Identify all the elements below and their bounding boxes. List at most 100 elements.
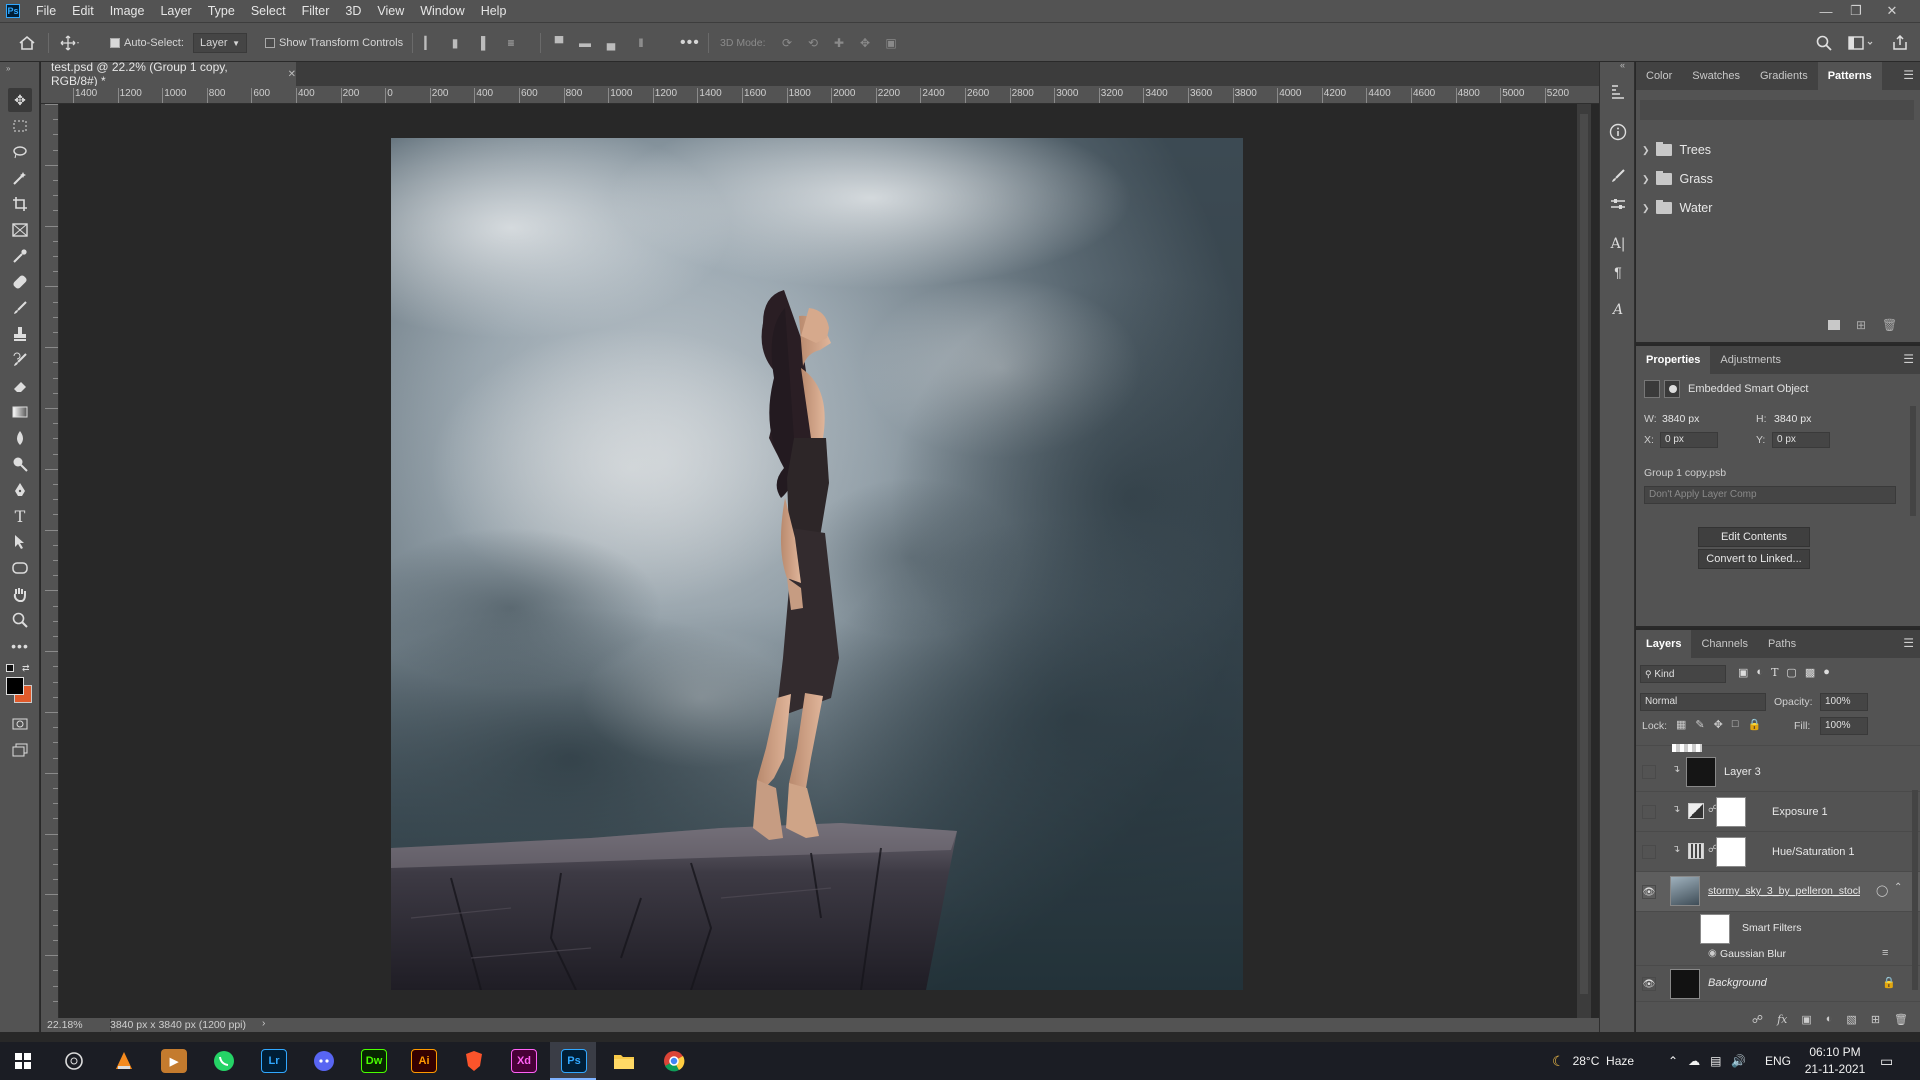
align-top-edges-icon[interactable]: ▀ — [552, 36, 566, 50]
auto-select-target-dropdown[interactable]: Layer ▼ — [193, 33, 247, 53]
media-player-icon[interactable]: ▶ — [161, 1049, 187, 1073]
panel-menu-icon[interactable]: ☰ — [1903, 68, 1914, 82]
panel-menu-icon[interactable]: ☰ — [1903, 352, 1914, 366]
layer-row-background[interactable]: 👁 Background 🔒 — [1636, 966, 1920, 1002]
object-selection-tool-icon[interactable] — [8, 166, 32, 190]
home-icon[interactable] — [18, 23, 36, 63]
clone-stamp-tool-icon[interactable] — [8, 322, 32, 346]
layer-name[interactable]: Hue/Saturation 1 — [1772, 846, 1855, 858]
align-left-edges-icon[interactable]: ▎ — [422, 36, 436, 50]
blending-options-icon[interactable]: ≡ — [1882, 947, 1888, 959]
lock-all-icon[interactable]: 🔒 — [1748, 718, 1762, 731]
visibility-toggle[interactable] — [1642, 845, 1656, 859]
lock-artboard-icon[interactable]: □ — [1732, 718, 1739, 731]
smart-filters-row[interactable]: Smart Filters — [1636, 912, 1920, 944]
network-icon[interactable]: ▤ — [1710, 1054, 1721, 1068]
tab-swatches[interactable]: Swatches — [1682, 62, 1750, 90]
lock-position-icon[interactable]: ✥ — [1714, 718, 1723, 731]
width-value[interactable]: 3840 px — [1662, 413, 1699, 425]
menu-file[interactable]: File — [28, 0, 64, 22]
lock-transparent-icon[interactable]: ▦ — [1676, 718, 1686, 731]
status-menu-chevron-icon[interactable]: › — [262, 1018, 265, 1029]
dreamweaver-icon[interactable]: Dw — [361, 1049, 387, 1073]
brush-settings-panel-icon[interactable] — [1608, 166, 1628, 186]
align-horizontal-centers-icon[interactable]: ▮ — [448, 36, 462, 50]
tab-gradients[interactable]: Gradients — [1750, 62, 1818, 90]
crop-tool-icon[interactable] — [8, 192, 32, 216]
language-indicator[interactable]: ENG — [1765, 1042, 1791, 1080]
lock-pixels-icon[interactable]: ✎ — [1695, 718, 1704, 731]
layer-name[interactable]: Exposure 1 — [1772, 806, 1828, 818]
opacity-field[interactable]: 100% — [1820, 693, 1868, 711]
gaussian-blur-filter-row[interactable]: ◉ Gaussian Blur ≡ — [1636, 944, 1920, 966]
history-panel-icon[interactable] — [1608, 82, 1628, 102]
history-brush-tool-icon[interactable] — [8, 348, 32, 372]
fill-field[interactable]: 100% — [1820, 717, 1868, 735]
show-transform-toggle[interactable]: Show Transform Controls — [265, 23, 403, 63]
layer-name[interactable]: Layer 3 — [1724, 766, 1761, 778]
adjustments-panel-icon[interactable] — [1608, 194, 1628, 214]
swap-colors-icon[interactable]: ⇄ — [22, 663, 30, 674]
distribute-vertical-icon[interactable]: ≡ — [504, 36, 518, 50]
tab-adjustments[interactable]: Adjustments — [1710, 346, 1791, 374]
blur-tool-icon[interactable] — [8, 426, 32, 450]
share-icon[interactable] — [1892, 23, 1908, 63]
new-group-folder-icon[interactable] — [1828, 320, 1840, 330]
photoshop-taskbar-icon[interactable]: Ps — [561, 1049, 587, 1073]
delete-layer-icon[interactable]: 🗑 — [1894, 1013, 1908, 1026]
weather-widget[interactable]: ☾ 28°C Haze — [1552, 1042, 1634, 1080]
layer-filter-kind-dropdown[interactable]: ⚲ Kind — [1640, 665, 1726, 683]
properties-scrollbar[interactable] — [1910, 406, 1916, 516]
3d-slide-icon[interactable]: ✥ — [858, 36, 872, 50]
close-icon[interactable]: ✕ — [1878, 0, 1906, 22]
3d-pan-icon[interactable]: ✚ — [832, 36, 846, 50]
filter-name[interactable]: Gaussian Blur — [1720, 948, 1786, 960]
collapse-effects-chevron-icon[interactable]: ⌃ — [1894, 882, 1902, 893]
more-options-icon[interactable]: ••• — [680, 23, 700, 63]
clock[interactable]: 06:10 PM 21-11-2021 — [1802, 1045, 1868, 1076]
edit-toolbar-icon[interactable]: ••• — [8, 634, 32, 658]
blend-mode-dropdown[interactable]: Normal — [1640, 693, 1766, 711]
layer-row-exposure-1[interactable]: ↴ ☍ Exposure 1 — [1636, 792, 1920, 832]
menu-edit[interactable]: Edit — [64, 0, 102, 22]
gradient-tool-icon[interactable] — [8, 400, 32, 424]
new-pattern-icon[interactable]: ⊞ — [1856, 318, 1866, 332]
x-position-field[interactable]: 0 px — [1660, 432, 1718, 448]
layers-scrollbar[interactable] — [1912, 790, 1918, 990]
onedrive-cloud-icon[interactable]: ☁ — [1688, 1054, 1700, 1068]
add-mask-icon[interactable]: ▣ — [1801, 1013, 1811, 1026]
vertical-scrollbar[interactable] — [1577, 104, 1591, 1018]
filter-pixel-icon[interactable]: ▣ — [1738, 666, 1748, 679]
panel-menu-icon[interactable]: ☰ — [1903, 636, 1914, 650]
menu-filter[interactable]: Filter — [294, 0, 338, 22]
lightroom-icon[interactable]: Lr — [261, 1049, 287, 1073]
visibility-toggle[interactable] — [1642, 805, 1656, 819]
smart-filters-icon[interactable]: ◯ — [1876, 884, 1888, 897]
smart-filter-mask-thumbnail[interactable] — [1700, 914, 1730, 944]
layer-mask-thumbnail[interactable] — [1716, 837, 1746, 867]
align-right-edges-icon[interactable]: ▐ — [474, 36, 488, 50]
layer-mask-thumbnail[interactable] — [1716, 797, 1746, 827]
type-tool-icon[interactable]: T — [8, 504, 32, 528]
layer-style-fx-icon[interactable]: fx — [1777, 1013, 1787, 1026]
info-panel-icon[interactable] — [1608, 122, 1628, 142]
windows-start-icon[interactable] — [10, 1049, 36, 1073]
visibility-toggle[interactable] — [1642, 765, 1656, 779]
eyedropper-tool-icon[interactable] — [8, 244, 32, 268]
quick-mask-icon[interactable] — [8, 712, 32, 736]
menu-view[interactable]: View — [369, 0, 412, 22]
zoom-tool-icon[interactable] — [8, 608, 32, 632]
artwork-image[interactable] — [391, 138, 1243, 990]
brave-icon[interactable] — [461, 1049, 487, 1073]
layer-row-hue-saturation-1[interactable]: ↴ ☍ Hue/Saturation 1 — [1636, 832, 1920, 872]
filter-smart-object-icon[interactable]: ▩ — [1805, 666, 1815, 679]
auto-select-toggle[interactable]: Auto-Select: — [110, 23, 184, 63]
tab-patterns[interactable]: Patterns — [1817, 62, 1882, 90]
healing-brush-tool-icon[interactable] — [8, 270, 32, 294]
align-vertical-centers-icon[interactable]: ▬ — [578, 36, 592, 50]
chevron-right-icon[interactable]: ❯ — [1642, 145, 1650, 156]
pattern-group-water[interactable]: ❯ Water — [1642, 196, 1910, 220]
eye-icon[interactable]: 👁 — [1642, 977, 1656, 991]
menu-help[interactable]: Help — [473, 0, 515, 22]
brush-tool-icon[interactable] — [8, 296, 32, 320]
